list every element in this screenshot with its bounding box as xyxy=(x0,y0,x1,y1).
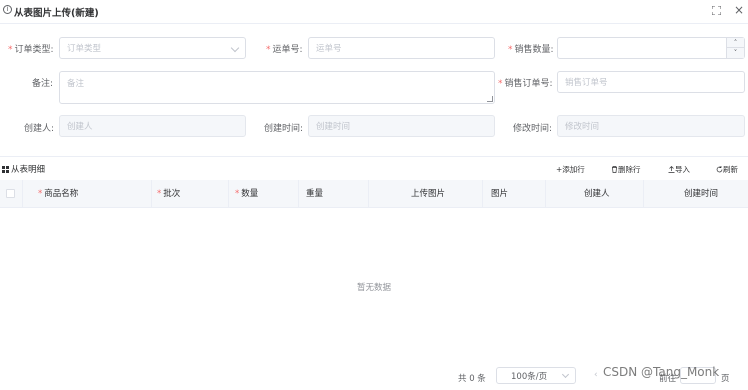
decrease-icon[interactable]: ˅ xyxy=(727,48,744,58)
upload-icon xyxy=(668,166,675,173)
prev-page-button[interactable]: ‹ xyxy=(594,370,598,380)
pagination-total: 共 0 条 xyxy=(458,374,486,384)
remark-textarea[interactable]: 备注 xyxy=(59,71,495,104)
trash-icon xyxy=(612,166,617,173)
column-header-product-name: * 商品名称 xyxy=(38,189,79,199)
empty-state-text: 暂无数据 xyxy=(356,283,391,293)
fullscreen-icon[interactable] xyxy=(712,6,721,15)
column-divider xyxy=(545,180,546,208)
increase-icon[interactable]: ˄ xyxy=(727,38,744,48)
created-time-input: 创建时间 xyxy=(308,115,495,137)
page-label: 页 xyxy=(721,374,730,384)
watermark-text: CSDN @Tang_Monk xyxy=(603,365,720,379)
column-divider xyxy=(482,180,483,208)
dialog-header: i 从表图片上传(新建) × xyxy=(0,0,748,24)
chevron-down-icon xyxy=(230,43,240,53)
column-divider xyxy=(22,180,23,208)
column-header-created-time: 创建时间 xyxy=(684,189,719,199)
grid-icon xyxy=(2,165,9,173)
chevron-down-icon xyxy=(561,370,570,379)
order-type-select[interactable]: 订单类型 xyxy=(59,37,246,59)
column-header-upload-image: 上传图片 xyxy=(411,189,446,199)
order-type-label: * 订单类型: xyxy=(8,45,54,55)
detail-section-title: 从表明细 xyxy=(2,163,45,175)
column-divider xyxy=(298,180,299,208)
sales-order-no-label: * 销售订单号: xyxy=(498,79,553,89)
creator-label: 创建人: xyxy=(24,124,55,134)
table-header: * 商品名称 * 批次 * 数量 重量 上传图片 图片 创建人 创建时间 xyxy=(0,180,748,208)
creator-input: 创建人 xyxy=(59,115,246,137)
close-icon[interactable]: × xyxy=(734,3,744,17)
column-header-image: 图片 xyxy=(491,189,509,199)
column-divider xyxy=(368,180,369,208)
column-divider xyxy=(228,180,229,208)
dialog-title: 从表图片上传(新建) xyxy=(14,8,99,19)
created-time-label: 创建时间: xyxy=(264,124,304,134)
modified-time-label: 修改时间: xyxy=(513,124,553,134)
required-mark: * xyxy=(8,45,13,55)
column-header-batch: * 批次 xyxy=(157,189,181,199)
column-header-creator: 创建人 xyxy=(584,189,610,199)
sales-order-no-input[interactable]: 销售订单号 xyxy=(557,71,745,93)
column-header-quantity: * 数量 xyxy=(235,189,259,199)
column-divider xyxy=(643,180,644,208)
refresh-icon xyxy=(716,166,723,173)
required-mark: * xyxy=(508,45,513,55)
resize-handle-icon[interactable] xyxy=(487,96,493,102)
section-divider xyxy=(0,156,748,157)
sales-qty-input[interactable]: ˄ ˅ xyxy=(557,37,745,59)
add-row-button[interactable]: +添加行 xyxy=(556,164,585,175)
import-button[interactable]: 导入 xyxy=(668,164,690,175)
waybill-no-input[interactable]: 运单号 xyxy=(308,37,495,59)
quantity-stepper[interactable]: ˄ ˅ xyxy=(726,38,744,58)
page-size-select[interactable]: 100条/页 xyxy=(496,367,576,384)
waybill-no-label: * 运单号: xyxy=(266,45,303,55)
required-mark: * xyxy=(266,45,271,55)
modified-time-input: 修改时间 xyxy=(557,115,745,137)
required-mark: * xyxy=(498,79,503,89)
delete-row-button[interactable]: 删除行 xyxy=(611,164,641,175)
remark-label: 备注: xyxy=(32,79,54,89)
sales-qty-label: * 销售数量: xyxy=(508,45,554,55)
column-divider xyxy=(151,180,152,208)
column-header-weight: 重量 xyxy=(306,189,324,199)
select-all-checkbox[interactable] xyxy=(6,189,15,198)
refresh-button[interactable]: 刷新 xyxy=(716,164,738,175)
info-icon: i xyxy=(3,5,12,14)
